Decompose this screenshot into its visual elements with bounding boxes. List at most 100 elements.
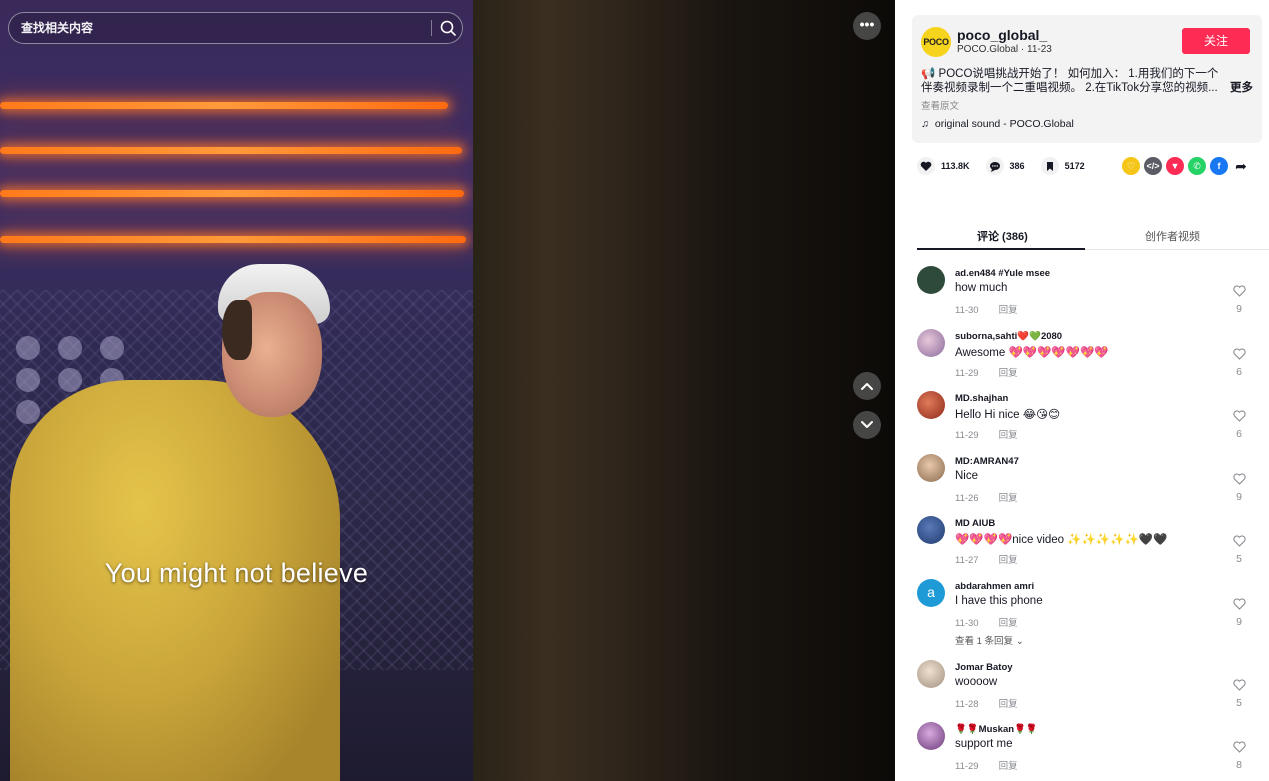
neon-light [0,102,448,109]
comment-text: Awesome 💖💖💖💖💖💖💖 [955,346,1109,359]
heart-outline-icon [1232,347,1246,360]
comment-button[interactable]: 386 [985,157,1025,175]
comment-icon [985,157,1004,175]
comment-text: woooow [955,675,998,688]
comment-like-button[interactable]: 8 [1232,740,1246,771]
heart-outline-icon [1232,678,1246,691]
comment-item: suborna,sahti❤️💚2080 Awesome 💖💖💖💖💖💖💖 11-… [917,328,1257,392]
like-count: 113.8K [941,161,970,171]
search-bar[interactable] [8,12,463,44]
comment-username[interactable]: MD.shajhan [955,393,1008,404]
comment-username[interactable]: MD AIUB [955,518,995,529]
author-avatar[interactable]: POCO [921,27,951,57]
avatar[interactable] [917,266,945,294]
comment-like-button[interactable]: 6 [1232,347,1246,378]
avatar[interactable] [917,391,945,419]
video-player[interactable]: You might not believe ••• [0,0,895,781]
share-arrow-icon[interactable]: ➦ [1232,157,1250,175]
avatar[interactable]: a [917,578,945,607]
heart-outline-icon [1232,597,1246,610]
comment-item: Jomar Batoy woooow 11-28 回复 5 [917,659,1257,723]
heart-share-icon[interactable]: ♡ [1122,157,1140,175]
comment-date: 11-30 [955,617,979,629]
reply-button[interactable]: 回复 [999,305,1018,316]
comment-text: I have this phone [955,594,1043,607]
tab-active-indicator [917,248,1085,250]
author-username[interactable]: poco_global_ [957,27,1047,43]
avatar[interactable] [917,659,945,688]
heart-icon [917,157,935,175]
comment-text: 💖💖💖💖nice video ✨✨✨✨✨🖤🖤 [955,534,1168,546]
comment-username[interactable]: 🌹🌹Muskan🌹🌹 [955,724,1038,735]
view-replies-link[interactable]: 查看 1 条回复 ⌄ [955,633,1024,647]
facebook-icon[interactable]: f [1210,157,1228,175]
next-video-button[interactable] [853,411,881,439]
comment-date: 11-27 [955,555,979,566]
comment-like-button[interactable]: 5 [1232,678,1246,709]
avatar[interactable] [917,328,945,357]
reply-button[interactable]: 回复 [999,761,1018,772]
more-link[interactable]: 更多 [1230,81,1253,95]
avatar[interactable] [917,722,945,750]
comment-like-button[interactable]: 9 [1232,597,1246,628]
search-divider [431,20,432,36]
reply-button[interactable]: 回复 [999,555,1018,566]
tabs: 评论 (386) 创作者视频 [917,222,1269,250]
whatsapp-icon[interactable]: ✆ [1188,157,1206,175]
share-row: ♡ </> ▼ ✆ f ➦ [1122,157,1250,175]
reply-button[interactable]: 回复 [999,430,1018,441]
neon-light [0,236,466,243]
comment-like-count: 8 [1236,759,1242,771]
avatar[interactable] [917,516,945,544]
comment-like-button[interactable]: 6 [1232,409,1246,440]
description-line-2: 伴奏视频录制一个二重唱视频。 2.在TikTok分享您的视频... [921,82,1218,94]
embed-icon[interactable]: </> [1144,157,1162,175]
comment-like-button[interactable]: 5 [1232,534,1246,565]
comment-like-button[interactable]: 9 [1232,472,1246,503]
comment-item: MD.shajhan Hello Hi nice 😂😘😊 11-29 回复 6 [917,391,1257,454]
wall-light [16,336,40,360]
comment-username[interactable]: ad.en484 #Yule msee [955,268,1050,279]
sound-link[interactable]: ♫ original sound - POCO.Global [921,118,1074,130]
comment-count: 386 [1009,161,1025,171]
comment-username[interactable]: Jomar Batoy [955,662,1013,673]
like-button[interactable]: 113.8K [917,157,970,175]
tab-comments[interactable]: 评论 (386) [977,228,1028,244]
comment-like-button[interactable]: 9 [1232,284,1246,315]
avatar[interactable] [917,453,945,482]
reply-button[interactable]: 回复 [999,368,1018,379]
previous-video-button[interactable] [853,372,881,400]
neon-light [0,190,464,197]
save-button[interactable]: 5172 [1040,157,1085,175]
reply-button[interactable]: 回复 [999,618,1018,629]
search-icon[interactable] [437,18,459,38]
comment-date: 11-29 [955,367,979,379]
chevron-up-icon [861,383,873,390]
wall-light [100,336,124,360]
video-info-card: POCO poco_global_ POCO.Global · 11-23 关注… [912,15,1262,143]
comment-like-count: 9 [1236,303,1242,315]
chevron-down-icon [861,421,873,428]
more-options-button[interactable]: ••• [853,12,881,40]
comment-date: 11-29 [955,430,979,441]
reply-button[interactable]: 回复 [999,699,1018,710]
comment-list: ad.en484 #Yule msee how much 11-30 回复 9 s… [917,266,1257,781]
reply-button[interactable]: 回复 [999,493,1018,504]
comment-text: Nice [955,469,979,482]
comment-username[interactable]: MD:AMRAN47 [955,456,1019,467]
comment-username[interactable]: suborna,sahti❤️💚2080 [955,331,1062,342]
send-icon[interactable]: ▼ [1166,157,1184,175]
tab-creator-videos[interactable]: 创作者视频 [1145,228,1200,244]
see-original-link[interactable]: 查看原文 [921,98,959,112]
person-hair [222,300,252,360]
heart-outline-icon [1232,741,1246,753]
video-blurred-background [473,0,895,781]
video-frame[interactable]: You might not believe [0,0,473,781]
comment-username[interactable]: abdarahmen amri [955,581,1034,592]
search-input[interactable] [9,13,424,43]
comment-text: support me [955,738,1013,750]
megaphone-icon: 📢 [921,68,936,80]
follow-button[interactable]: 关注 [1182,28,1250,54]
comment-text: Hello Hi nice 😂😘😊 [955,409,1061,421]
comment-item: MD:AMRAN47 Nice 11-26 回复 9 [917,453,1257,517]
